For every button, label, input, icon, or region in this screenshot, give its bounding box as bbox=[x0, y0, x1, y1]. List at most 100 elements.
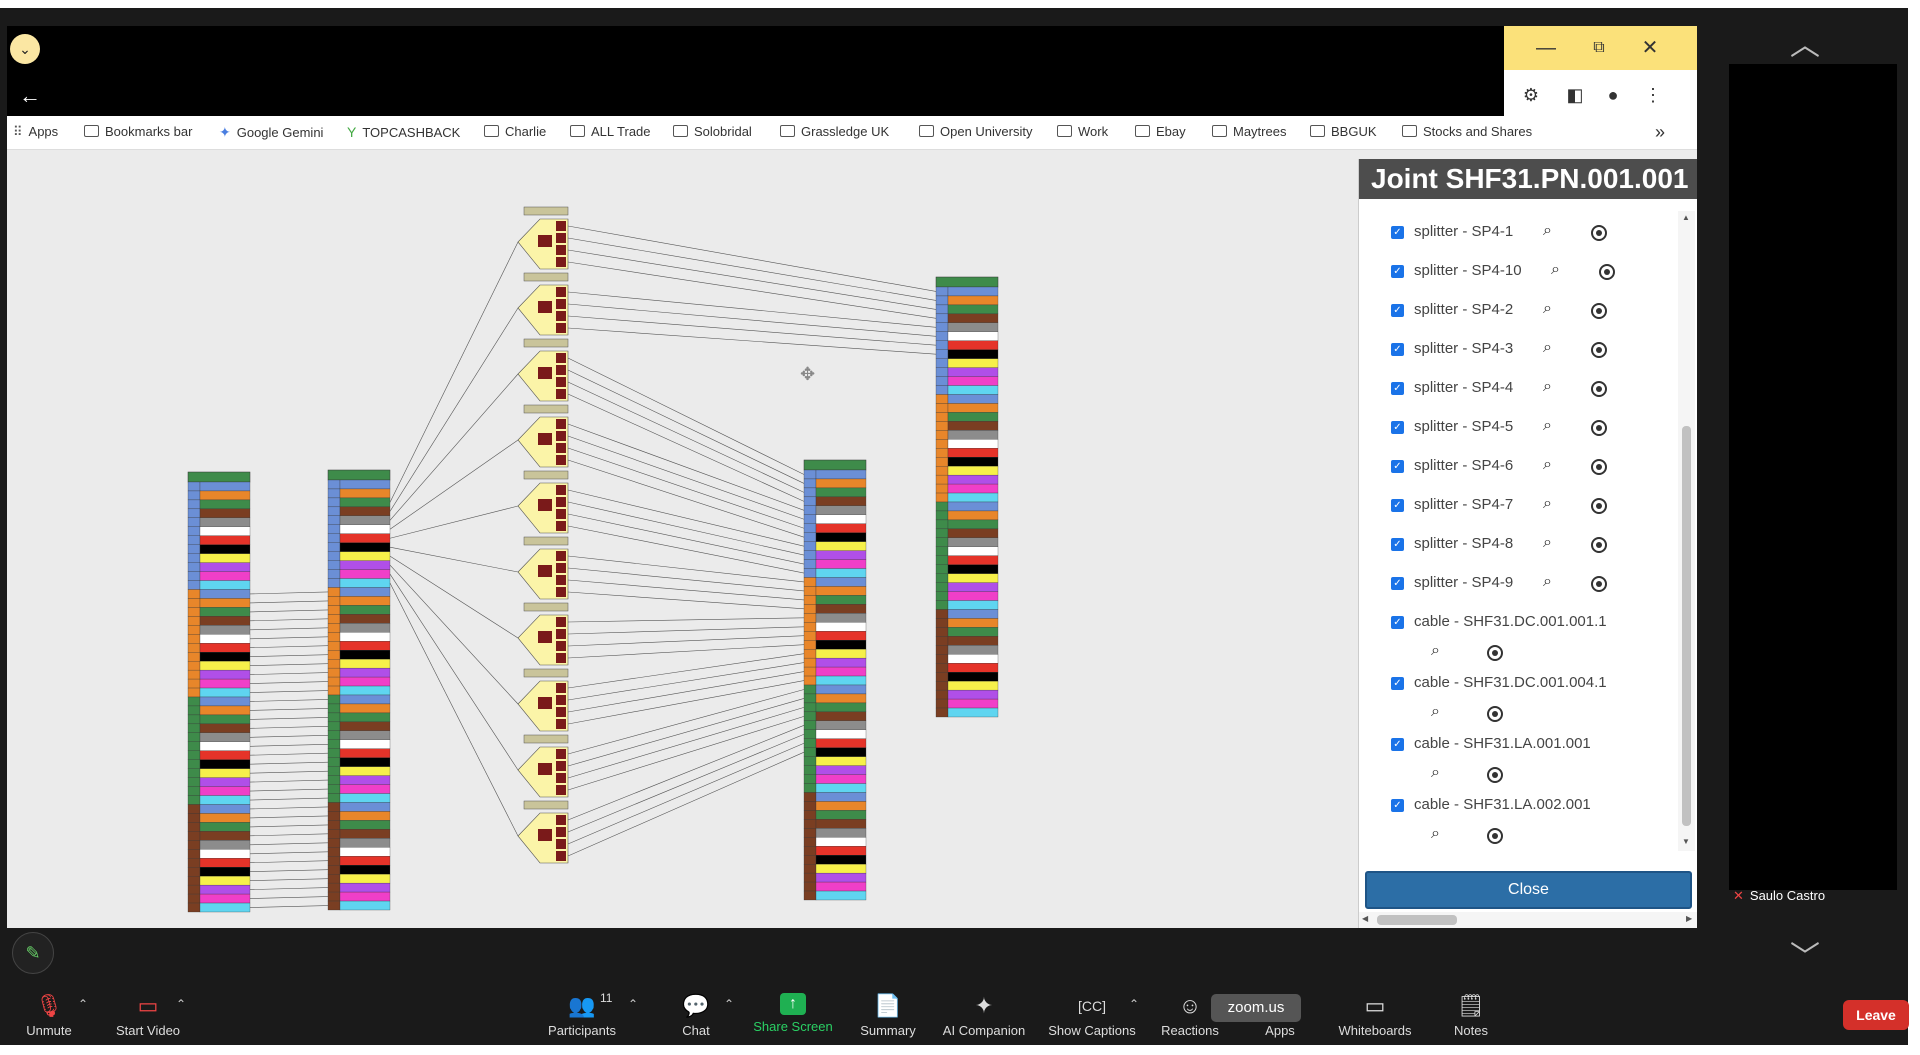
zoom-to-magnifier-icon[interactable]: ⌕ bbox=[1543, 378, 1552, 396]
bookmark-google-gemini[interactable]: ✦ Google Gemini bbox=[219, 124, 323, 141]
profile-avatar[interactable]: ● bbox=[1596, 78, 1630, 112]
locate-target-icon[interactable] bbox=[1591, 225, 1607, 241]
notes-button[interactable]: 🗒 Notes bbox=[1450, 993, 1492, 1038]
panel-item-checkbox-row[interactable]: ✓ splitter - SP4-3 bbox=[1391, 340, 1513, 357]
zoom-to-magnifier-icon[interactable]: ⌕ bbox=[1431, 703, 1440, 721]
locate-target-icon[interactable] bbox=[1591, 498, 1607, 514]
locate-target-icon[interactable] bbox=[1591, 459, 1607, 475]
minimize-icon[interactable]: — bbox=[1526, 32, 1566, 64]
panel-item-checkbox-row[interactable]: ✓ splitter - SP4-10 bbox=[1391, 262, 1522, 279]
leave-button[interactable]: Leave bbox=[1843, 1000, 1909, 1030]
panel-item-checkbox-row[interactable]: ✓ cable - SHF31.LA.001.001 bbox=[1391, 735, 1591, 752]
close-window-icon[interactable]: ✕ bbox=[1630, 32, 1670, 64]
checkbox[interactable]: ✓ bbox=[1391, 799, 1404, 812]
scrollbar-thumb[interactable] bbox=[1682, 426, 1691, 826]
zoom-to-magnifier-icon[interactable]: ⌕ bbox=[1543, 300, 1552, 318]
zoom-to-magnifier-icon[interactable]: ⌕ bbox=[1551, 261, 1560, 279]
bookmark-stocks-and-shares[interactable]: Stocks and Shares bbox=[1402, 124, 1532, 139]
scroll-left-arrow-icon[interactable]: ◀ bbox=[1362, 914, 1368, 923]
annotate-pen-icon[interactable]: ✎ bbox=[12, 932, 54, 974]
show-captions-button[interactable]: [CC] Show Captions bbox=[1046, 993, 1138, 1038]
whiteboards-button[interactable]: ▭ Whiteboards bbox=[1332, 993, 1418, 1038]
panel-item-checkbox-row[interactable]: ✓ splitter - SP4-1 bbox=[1391, 223, 1513, 240]
locate-target-icon[interactable] bbox=[1591, 537, 1607, 553]
horizontal-scrollbar-thumb[interactable] bbox=[1377, 915, 1457, 925]
scroll-down-arrow-icon[interactable]: ▼ bbox=[1682, 837, 1690, 846]
bookmark-ebay[interactable]: Ebay bbox=[1135, 124, 1186, 139]
panel-item-checkbox-row[interactable]: ✓ cable - SHF31.LA.002.001 bbox=[1391, 796, 1591, 813]
bookmark-open-university[interactable]: Open University bbox=[919, 124, 1032, 139]
extensions-icon[interactable]: ⚙ bbox=[1514, 78, 1548, 112]
splice-diagram[interactable]: ✥ bbox=[7, 150, 1357, 928]
share-screen-button[interactable]: ↑ Share Screen bbox=[750, 993, 836, 1034]
panel-item-checkbox-row[interactable]: ✓ splitter - SP4-8 bbox=[1391, 535, 1513, 552]
chat-caret-icon[interactable]: ⌃ bbox=[724, 997, 734, 1011]
checkbox[interactable]: ✓ bbox=[1391, 677, 1404, 690]
checkbox[interactable]: ✓ bbox=[1391, 265, 1404, 278]
checkbox[interactable]: ✓ bbox=[1391, 304, 1404, 317]
panel-horizontal-scrollbar[interactable]: ◀ ▶ bbox=[1359, 912, 1697, 928]
close-button[interactable]: Close bbox=[1365, 871, 1692, 909]
bookmark-topcashback[interactable]: Y TOPCASHBACK bbox=[347, 124, 460, 140]
checkbox[interactable]: ✓ bbox=[1391, 421, 1404, 434]
zoom-to-magnifier-icon[interactable]: ⌕ bbox=[1543, 417, 1552, 435]
zoom-to-magnifier-icon[interactable]: ⌕ bbox=[1543, 573, 1552, 591]
panel-item-checkbox-row[interactable]: ✓ splitter - SP4-4 bbox=[1391, 379, 1513, 396]
ai-companion-button[interactable]: ✦ AI Companion bbox=[940, 993, 1028, 1038]
checkbox[interactable]: ✓ bbox=[1391, 538, 1404, 551]
bookmark-work[interactable]: Work bbox=[1057, 124, 1108, 139]
zoom-to-magnifier-icon[interactable]: ⌕ bbox=[1543, 339, 1552, 357]
panel-vertical-scrollbar[interactable]: ▲ ▼ bbox=[1678, 211, 1695, 851]
summary-button[interactable]: 📄 Summary bbox=[856, 993, 920, 1038]
tab-search-chevron-icon[interactable]: ⌄ bbox=[10, 34, 40, 64]
zoom-to-magnifier-icon[interactable]: ⌕ bbox=[1543, 456, 1552, 474]
panel-item-checkbox-row[interactable]: ✓ cable - SHF31.DC.001.004.1 bbox=[1391, 674, 1607, 691]
bookmark-charlie[interactable]: Charlie bbox=[484, 124, 546, 139]
unmute-button[interactable]: 🎙 Unmute bbox=[22, 993, 76, 1038]
locate-target-icon[interactable] bbox=[1487, 645, 1503, 661]
bookmark-all-trade[interactable]: ALL Trade bbox=[570, 124, 651, 139]
locate-target-icon[interactable] bbox=[1591, 342, 1607, 358]
panel-item-checkbox-row[interactable]: ✓ splitter - SP4-6 bbox=[1391, 457, 1513, 474]
bookmark-grassledge-uk[interactable]: Grassledge UK bbox=[780, 124, 889, 139]
locate-target-icon[interactable] bbox=[1591, 381, 1607, 397]
bookmark-apps[interactable]: ⠿ Apps bbox=[13, 124, 58, 140]
chat-button[interactable]: 💬 Chat bbox=[676, 993, 716, 1038]
bookmark-maytrees[interactable]: Maytrees bbox=[1212, 124, 1286, 139]
checkbox[interactable]: ✓ bbox=[1391, 382, 1404, 395]
participants-caret-icon[interactable]: ⌃ bbox=[628, 997, 638, 1011]
zoom-to-magnifier-icon[interactable]: ⌕ bbox=[1431, 764, 1440, 782]
locate-target-icon[interactable] bbox=[1487, 706, 1503, 722]
locate-target-icon[interactable] bbox=[1591, 303, 1607, 319]
locate-target-icon[interactable] bbox=[1487, 828, 1503, 844]
restore-icon[interactable]: ⧉ bbox=[1579, 32, 1619, 64]
side-panel-icon[interactable]: ◧ bbox=[1558, 78, 1592, 112]
captions-caret-icon[interactable]: ⌃ bbox=[1129, 997, 1139, 1011]
panel-item-checkbox-row[interactable]: ✓ splitter - SP4-7 bbox=[1391, 496, 1513, 513]
checkbox[interactable]: ✓ bbox=[1391, 738, 1404, 751]
back-arrow-icon[interactable]: ← bbox=[15, 81, 45, 111]
bookmark-bbguk[interactable]: BBGUK bbox=[1310, 124, 1377, 139]
participants-button[interactable]: 👥 11 Participants bbox=[544, 991, 620, 1038]
bookmark-solobridal[interactable]: Solobridal bbox=[673, 124, 752, 139]
panel-item-checkbox-row[interactable]: ✓ splitter - SP4-9 bbox=[1391, 574, 1513, 591]
panel-item-checkbox-row[interactable]: ✓ splitter - SP4-2 bbox=[1391, 301, 1513, 318]
locate-target-icon[interactable] bbox=[1599, 264, 1615, 280]
locate-target-icon[interactable] bbox=[1591, 576, 1607, 592]
gallery-up-chevron-icon[interactable]: ︿ bbox=[1790, 20, 1820, 64]
scroll-right-arrow-icon[interactable]: ▶ bbox=[1686, 914, 1692, 923]
scroll-up-arrow-icon[interactable]: ▲ bbox=[1682, 213, 1690, 222]
gallery-down-chevron-icon[interactable]: ﹀ bbox=[1790, 932, 1820, 976]
more-bookmarks-icon[interactable]: » bbox=[1655, 122, 1665, 143]
checkbox[interactable]: ✓ bbox=[1391, 226, 1404, 239]
checkbox[interactable]: ✓ bbox=[1391, 499, 1404, 512]
menu-kebab-icon[interactable]: ⋮ bbox=[1636, 78, 1670, 112]
bookmark-bookmarks-bar[interactable]: Bookmarks bar bbox=[84, 124, 192, 139]
locate-target-icon[interactable] bbox=[1591, 420, 1607, 436]
zoom-to-magnifier-icon[interactable]: ⌕ bbox=[1543, 534, 1552, 552]
panel-item-checkbox-row[interactable]: ✓ cable - SHF31.DC.001.001.1 bbox=[1391, 613, 1607, 630]
audio-options-caret-icon[interactable]: ⌃ bbox=[78, 997, 88, 1011]
zoom-to-magnifier-icon[interactable]: ⌕ bbox=[1431, 825, 1440, 843]
checkbox[interactable]: ✓ bbox=[1391, 577, 1404, 590]
zoom-to-magnifier-icon[interactable]: ⌕ bbox=[1431, 642, 1440, 660]
